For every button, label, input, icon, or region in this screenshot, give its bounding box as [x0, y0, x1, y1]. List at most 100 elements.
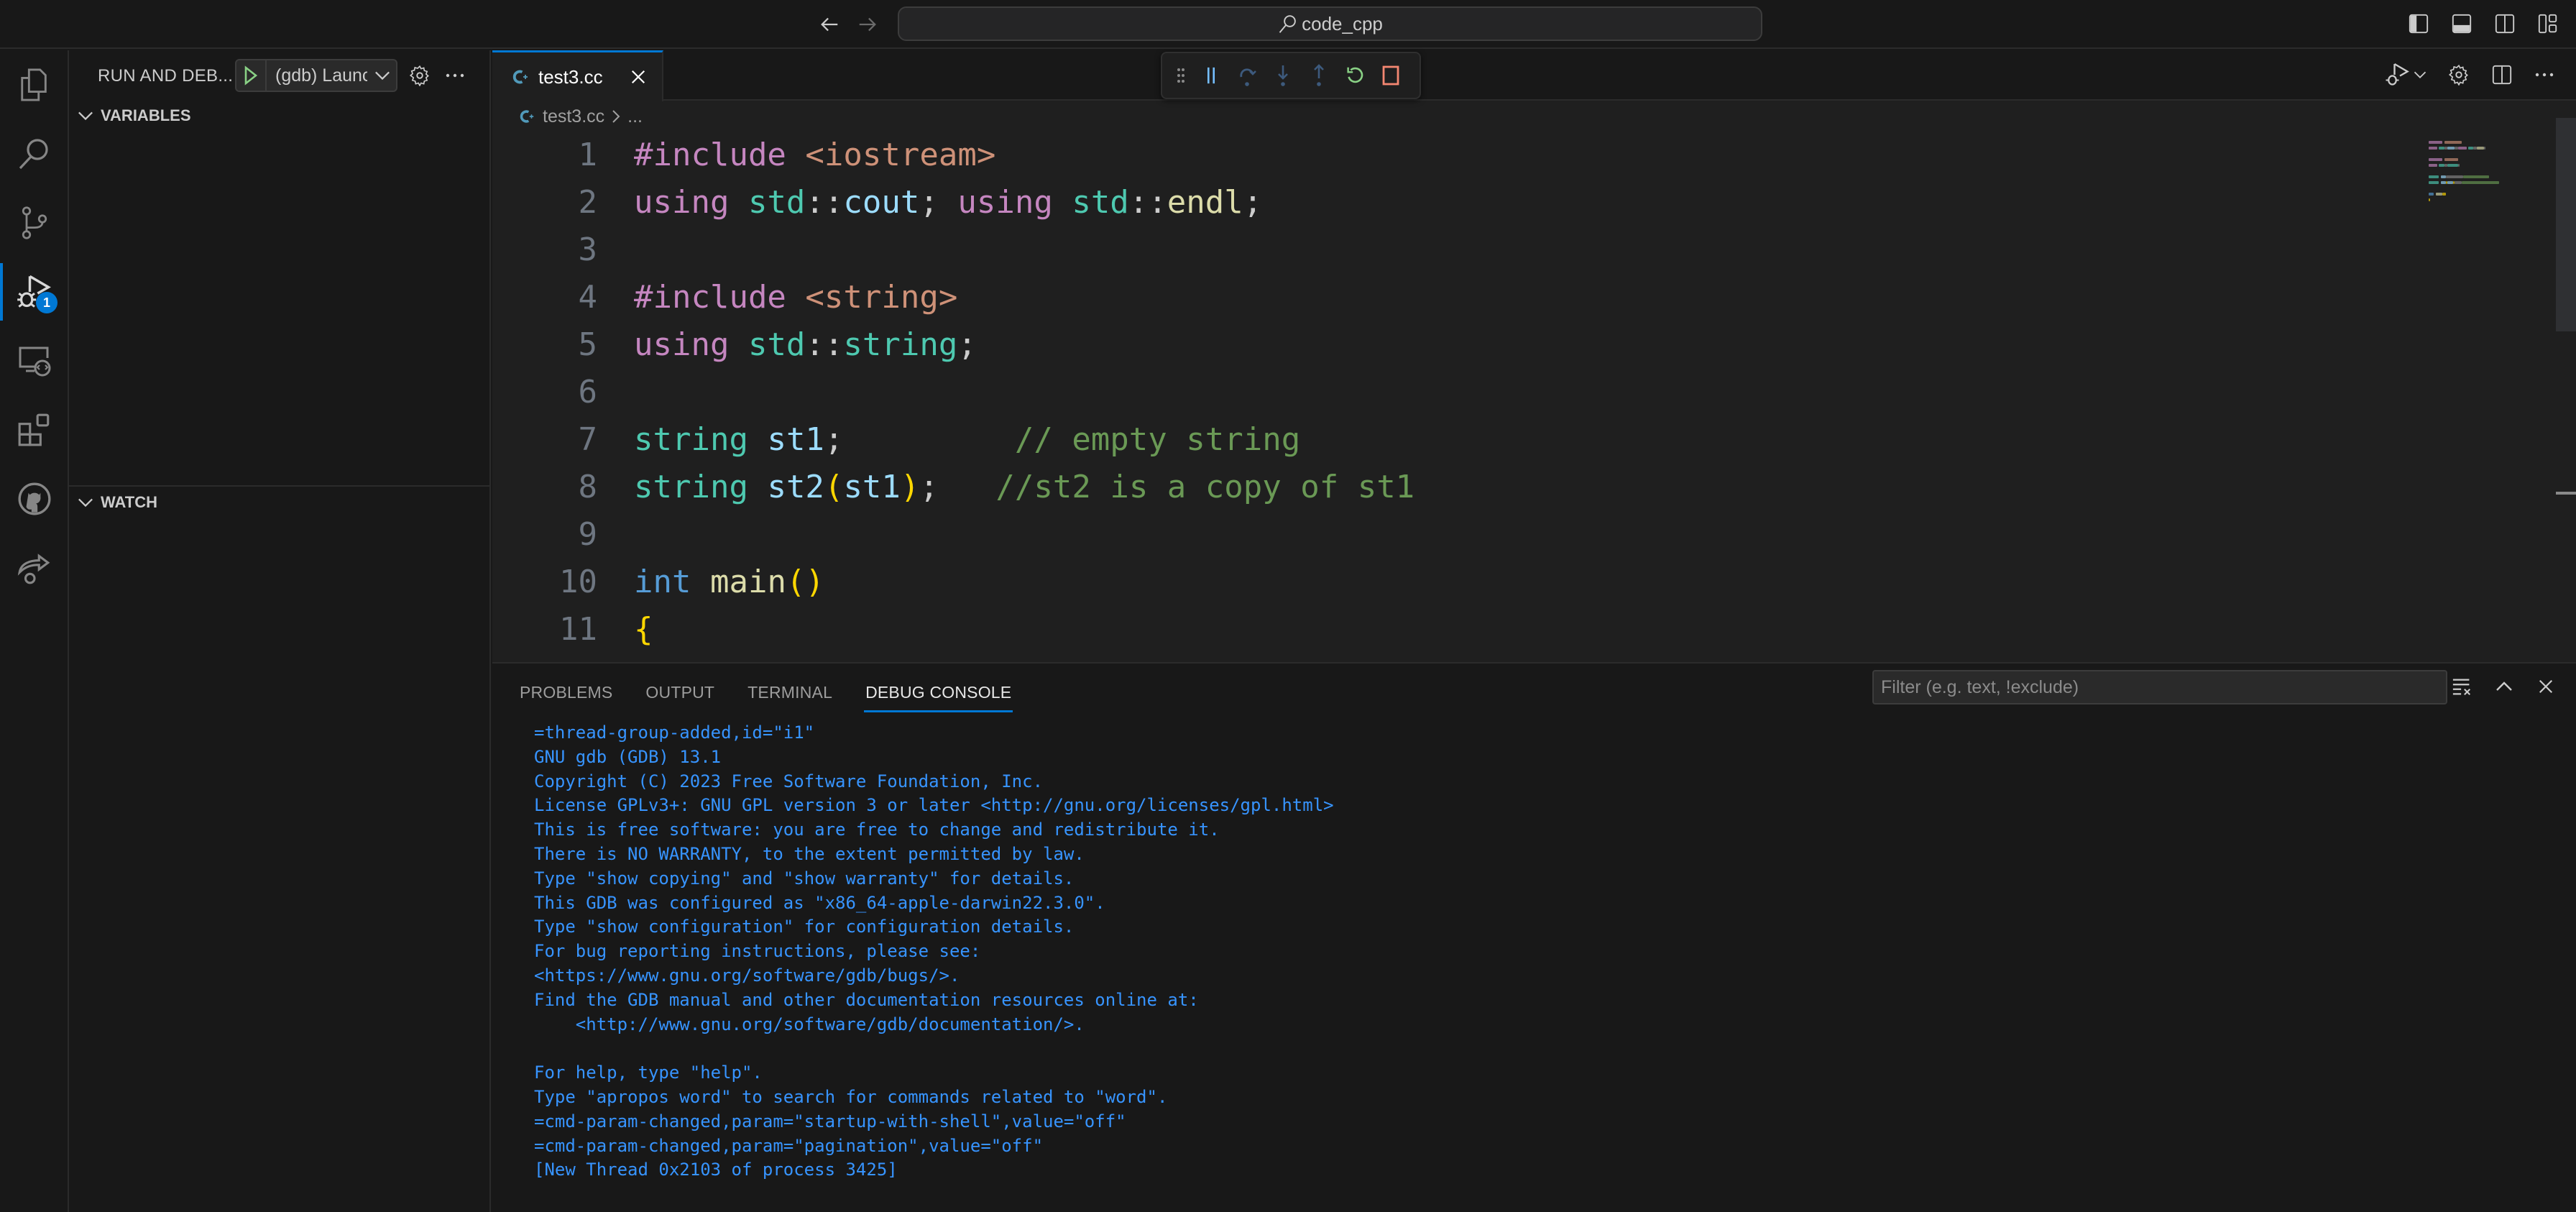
- tab-problems[interactable]: PROBLEMS: [520, 672, 612, 712]
- line-source: using std::string;: [634, 326, 977, 363]
- minimap-line: [2429, 181, 2564, 187]
- minimap-line: [2429, 164, 2564, 170]
- code-line[interactable]: 2 using std::cout; using std::endl;: [492, 178, 2419, 226]
- code-token: using: [634, 183, 730, 221]
- line-number[interactable]: 5: [492, 326, 598, 363]
- line-number[interactable]: 11: [492, 611, 597, 648]
- maximize-panel-button[interactable]: [2491, 674, 2517, 699]
- activity-live-share[interactable]: [0, 533, 69, 602]
- tab-test3-cc[interactable]: test3.cc: [492, 50, 663, 101]
- activity-extensions[interactable]: [0, 395, 69, 464]
- line-number[interactable]: 3: [492, 231, 598, 268]
- line-source: string st2(st1); //st2 is a copy of st1: [634, 469, 1414, 505]
- step-into-button[interactable]: [1271, 61, 1294, 90]
- extensions-icon: [18, 413, 50, 446]
- editor-scrollbar[interactable]: [2556, 101, 2576, 662]
- debug-console-output[interactable]: =thread-group-added,id="i1" GNU gdb (GDB)…: [534, 721, 2547, 1183]
- line-number[interactable]: 7: [492, 421, 598, 458]
- debug-console-filter-input[interactable]: [1872, 670, 2447, 704]
- minimap-token: [2435, 193, 2443, 196]
- activity-search[interactable]: [0, 119, 69, 188]
- debug-toolbar-drag-handle[interactable]: [1175, 61, 1187, 90]
- pause-button[interactable]: [1200, 61, 1223, 90]
- launch-config-select[interactable]: (gdb) Launc: [267, 65, 396, 86]
- line-number[interactable]: 1: [492, 137, 598, 173]
- scrollbar-thumb[interactable]: [2556, 118, 2576, 331]
- code-token: string: [843, 326, 958, 363]
- activity-run-and-debug[interactable]: 1: [0, 257, 69, 326]
- code-token: ;: [919, 468, 996, 505]
- more-actions-button[interactable]: [443, 63, 467, 88]
- editor-area: test3.cc test3.cc ... 1 #include <iostre…: [492, 50, 2576, 662]
- toggle-primary-sidebar-icon: [2409, 14, 2429, 34]
- close-panel-button[interactable]: [2533, 674, 2559, 699]
- debug-badge: 1: [36, 292, 58, 313]
- activity-source-control[interactable]: [0, 188, 69, 257]
- editor-settings-button[interactable]: [2448, 60, 2470, 89]
- console-line: [New Thread 0x2103 of process 3425]: [534, 1160, 898, 1180]
- activity-explorer[interactable]: [0, 50, 69, 119]
- clear-console-button[interactable]: [2450, 674, 2475, 699]
- code-line[interactable]: 7 string st1; // empty string: [492, 416, 2419, 463]
- console-line: <https://www.gnu.org/software/gdb/bugs/>…: [534, 965, 960, 986]
- console-line: =cmd-param-changed,param="pagination",va…: [534, 1135, 1044, 1156]
- code-line[interactable]: 10 int main(): [492, 558, 2419, 605]
- editor-more-actions-button[interactable]: [2534, 60, 2554, 89]
- stop-button[interactable]: [1379, 61, 1402, 90]
- tab-terminal[interactable]: TERMINAL: [748, 672, 832, 712]
- arrow-left-icon: [821, 17, 838, 32]
- code-line[interactable]: 11 {: [492, 605, 2419, 653]
- line-number[interactable]: 4: [492, 279, 598, 316]
- chevron-down-icon: [78, 111, 93, 121]
- customize-layout-button[interactable]: [2534, 10, 2562, 37]
- tab-debug-console[interactable]: DEBUG CONSOLE: [864, 672, 1013, 712]
- line-number[interactable]: 8: [492, 469, 598, 505]
- source-control-icon: [22, 206, 47, 239]
- code-line[interactable]: 4 #include <string>: [492, 273, 2419, 321]
- console-line: License GPLv3+: GNU GPL version 3 or lat…: [534, 795, 1334, 816]
- activity-remote-explorer[interactable]: [0, 326, 69, 395]
- tab-output[interactable]: OUTPUT: [645, 672, 714, 712]
- cpp-file-icon: [520, 110, 534, 123]
- line-number[interactable]: 6: [492, 374, 598, 410]
- code-line[interactable]: 6: [492, 368, 2419, 416]
- code-token: (: [824, 468, 844, 505]
- code-line[interactable]: 1 #include <iostream>: [492, 131, 2419, 178]
- step-out-button[interactable]: [1307, 61, 1330, 90]
- code-line[interactable]: 5 using std::string;: [492, 321, 2419, 368]
- split-editor-button[interactable]: [2491, 60, 2513, 89]
- run-debug-dropdown-button[interactable]: [2385, 60, 2426, 89]
- code-line[interactable]: 3: [492, 226, 2419, 273]
- toggle-primary-sidebar-button[interactable]: [2405, 10, 2432, 37]
- minimap-token: [2429, 193, 2434, 196]
- github-icon: [18, 482, 51, 515]
- breadcrumb-symbols[interactable]: ...: [627, 106, 643, 127]
- line-number[interactable]: 9: [492, 516, 598, 553]
- code-line[interactable]: 8 string st2(st1); //st2 is a copy of st1: [492, 463, 2419, 510]
- open-launch-json-button[interactable]: [408, 63, 432, 88]
- restart-button[interactable]: [1343, 61, 1366, 90]
- toggle-panel-button[interactable]: [2448, 10, 2475, 37]
- minimap-token: [2468, 147, 2474, 150]
- activity-github[interactable]: [0, 464, 69, 533]
- line-number[interactable]: 10: [492, 564, 597, 600]
- toggle-secondary-sidebar-button[interactable]: [2491, 10, 2518, 37]
- breadcrumb-file[interactable]: test3.cc: [543, 106, 604, 127]
- code-editor[interactable]: 1 #include <iostream>2 using std::cout; us…: [492, 131, 2419, 662]
- close-tab-button[interactable]: [627, 66, 649, 88]
- start-debugging-button[interactable]: [236, 60, 267, 91]
- back-button[interactable]: [815, 10, 844, 39]
- command-center-search[interactable]: code_cpp: [898, 6, 1762, 41]
- console-line: For help, type "help".: [534, 1062, 763, 1083]
- variables-section-header[interactable]: VARIABLES: [69, 100, 491, 132]
- code-line[interactable]: 9: [492, 510, 2419, 558]
- forward-button[interactable]: [853, 10, 882, 39]
- step-over-button[interactable]: [1236, 61, 1259, 90]
- line-number[interactable]: 2: [492, 184, 598, 221]
- minimap[interactable]: [2413, 131, 2564, 662]
- line-source: using std::cout; using std::endl;: [634, 184, 1262, 221]
- minimap-line: [2429, 158, 2564, 164]
- watch-section-header[interactable]: WATCH: [69, 487, 491, 518]
